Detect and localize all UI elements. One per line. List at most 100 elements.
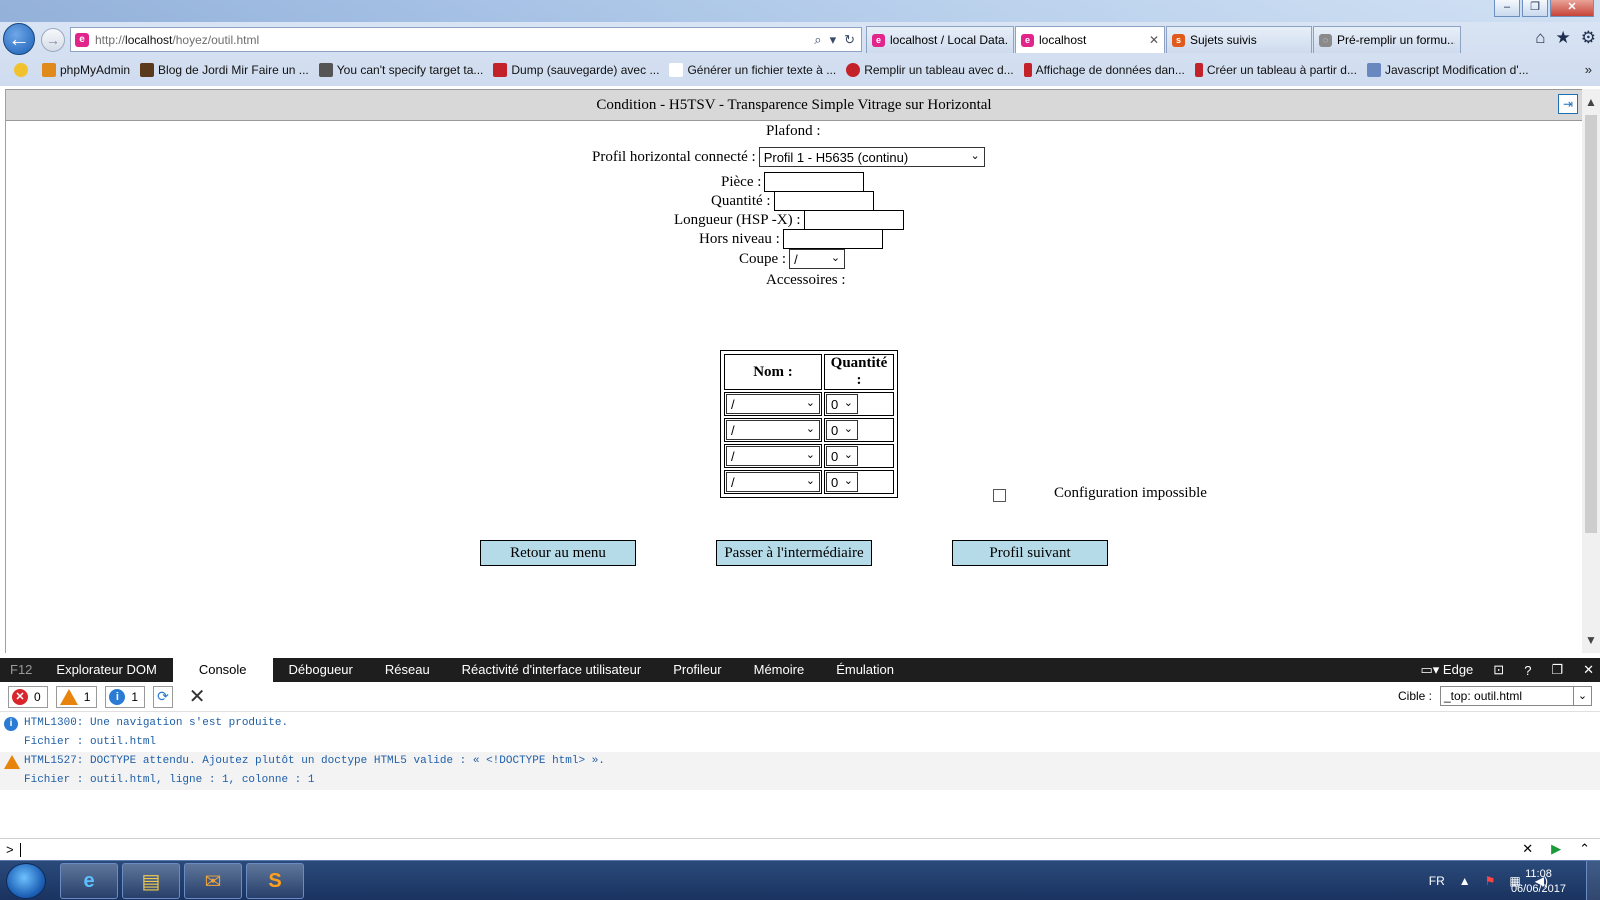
scroll-up-icon[interactable]: ▲ <box>1584 95 1598 109</box>
language-indicator[interactable]: FR <box>1429 874 1445 888</box>
gear-icon[interactable]: ⚙ <box>1581 28 1596 48</box>
chevron-down-icon[interactable]: ▾ <box>830 32 837 48</box>
fav-item-dump[interactable]: Dump (sauvegarde) avec ... <box>493 63 659 77</box>
fav-item-remplir[interactable]: Remplir un tableau avec d... <box>846 63 1014 77</box>
target-select[interactable]: _top: outil.html ⌄ <box>1440 686 1592 706</box>
search-icon[interactable]: ⌕ <box>814 32 821 48</box>
favorites-add-icon[interactable] <box>14 63 32 77</box>
plafond-label: Plafond : <box>766 123 821 139</box>
fav-item-javascript[interactable]: Javascript Modification d'... <box>1366 63 1529 77</box>
fav-item-affichage[interactable]: Affichage de données dan... <box>1023 63 1185 77</box>
back-button[interactable]: ← <box>3 23 35 55</box>
accessory-qty-select[interactable]: 0 ⌄ <box>826 420 858 440</box>
clear-on-navigate-button[interactable]: ⟳ <box>153 685 173 708</box>
coupe-select[interactable]: / ⌄ <box>789 249 846 269</box>
accessory-qty-select[interactable]: 0 ⌄ <box>826 446 858 466</box>
mail-icon: ✉ <box>204 870 222 893</box>
chevron-down-icon: ⌄ <box>843 449 853 461</box>
accessory-name-select[interactable]: / ⌄ <box>726 420 820 440</box>
fav-item-blog-jordi[interactable]: Blog de Jordi Mir Faire un ... <box>140 63 309 77</box>
close-window-button[interactable]: ✕ <box>1550 0 1594 17</box>
configuration-impossible-checkbox[interactable] <box>993 489 1006 502</box>
profil-select[interactable]: Profil 1 - H5635 (continu) ⌄ <box>758 147 985 167</box>
windows-taskbar: e ▤ ✉ S FR ▲ ⚑ ▦ ◀) 11:08 06/06/2017 <box>0 860 1600 900</box>
question-icon <box>846 63 861 77</box>
tab-memory[interactable]: Mémoire <box>738 658 821 682</box>
tab-pre-remplir[interactable]: ◌ Pré-remplir un formu... <box>1313 26 1461 53</box>
scrollbar-thumb[interactable] <box>1585 115 1597 533</box>
retour-menu-button[interactable]: Retour au menu <box>480 540 636 566</box>
quantite-input[interactable] <box>773 191 874 211</box>
home-icon[interactable]: ⌂ <box>1535 28 1545 48</box>
tab-profiler[interactable]: Profileur <box>657 658 737 682</box>
action-center-icon[interactable]: ⚑ <box>1485 874 1496 888</box>
message-source-link[interactable]: Fichier : outil.html <box>24 736 156 748</box>
tab-dom-explorer[interactable]: Explorateur DOM <box>40 658 172 682</box>
console-toggle-icon[interactable]: ⊡ <box>1493 662 1504 678</box>
accessory-name-select[interactable]: / ⌄ <box>726 472 820 492</box>
taskbar-explorer[interactable]: ▤ <box>122 863 180 899</box>
tab-sujets-suivis[interactable]: s Sujets suivis <box>1166 26 1312 53</box>
close-devtools-icon[interactable]: ✕ <box>1583 662 1594 678</box>
favorites-star-icon[interactable]: ★ <box>1556 28 1571 48</box>
scroll-down-icon[interactable]: ▼ <box>1584 633 1598 647</box>
taskbar-outlook[interactable]: ✉ <box>184 863 242 899</box>
undock-icon[interactable]: ❐ <box>1551 662 1563 678</box>
console-caret[interactable] <box>19 842 21 857</box>
help-icon[interactable]: ? <box>1524 663 1531 678</box>
show-desktop-button[interactable] <box>1586 861 1600 900</box>
logout-icon[interactable]: ⇥ <box>1558 94 1578 114</box>
chevron-right-icon[interactable]: » <box>1585 62 1592 77</box>
close-tab-icon[interactable]: ✕ <box>1149 33 1159 47</box>
console-input-line[interactable]: > ✕ ▶ ⌃ <box>0 838 1600 860</box>
longueur-input[interactable] <box>803 210 904 230</box>
accessories-table: Nom : Quantité : / ⌄ 0 ⌄ / ⌄ 0 ⌄ / ⌄ 0 ⌄ / ⌄ <box>720 350 898 498</box>
tab-debugger[interactable]: Débogueur <box>273 658 369 682</box>
tab-localhost[interactable]: e localhost ✕ <box>1015 26 1165 53</box>
url-text[interactable]: http://localhost/hoyez/outil.html <box>95 33 814 47</box>
tab-console[interactable]: Console <box>172 658 273 682</box>
infos-filter-button[interactable]: i 1 <box>105 685 146 708</box>
errors-filter-button[interactable]: ✕ 0 <box>8 685 48 708</box>
document-mode-selector[interactable]: ▭▾ Edge <box>1420 662 1473 678</box>
devtools-tabbar: F12 Explorateur DOM Console Débogueur Ré… <box>0 658 1600 682</box>
fav-item-generer[interactable]: Générer un fichier texte à ... <box>669 63 836 77</box>
tab-favicon: e <box>872 33 885 47</box>
address-bar[interactable]: e http://localhost/hoyez/outil.html ⌕ ▾ … <box>70 27 862 52</box>
chevron-down-icon: ⌄ <box>843 475 853 487</box>
taskbar-sublime[interactable]: S <box>246 863 304 899</box>
minimize-button[interactable]: – <box>1494 0 1520 17</box>
page-scrollbar[interactable]: ▲ ▼ <box>1582 89 1600 653</box>
tray-expand-icon[interactable]: ▲ <box>1459 874 1471 888</box>
passer-intermediaire-button[interactable]: Passer à l'intermédiaire <box>716 540 872 566</box>
fav-item-phpmyadmin[interactable]: phpMyAdmin <box>42 63 130 77</box>
taskbar-ie[interactable]: e <box>60 863 118 899</box>
accessory-qty-select[interactable]: 0 ⌄ <box>826 472 858 492</box>
piece-input[interactable] <box>764 172 865 192</box>
hors-niveau-input[interactable] <box>782 229 883 249</box>
coupe-label: Coupe : <box>739 250 787 267</box>
warnings-filter-button[interactable]: 1 <box>55 685 98 708</box>
message-source-link[interactable]: Fichier : outil.html, ligne : 1, colonne… <box>24 774 314 786</box>
prompt-chevron-icon: > <box>6 842 14 857</box>
run-icon[interactable]: ▶ <box>1551 841 1561 857</box>
forward-button[interactable]: → <box>41 28 65 52</box>
tab-localhost-local-data[interactable]: e localhost / Local Data... <box>866 26 1014 53</box>
profil-suivant-button[interactable]: Profil suivant <box>952 540 1108 566</box>
clear-console-icon[interactable]: ✕ <box>189 684 206 709</box>
accessory-qty-select[interactable]: 0 ⌄ <box>826 394 858 414</box>
tab-ui-responsiveness[interactable]: Réactivité d'interface utilisateur <box>446 658 658 682</box>
start-button[interactable] <box>6 863 46 899</box>
refresh-icon[interactable]: ↻ <box>844 32 855 48</box>
accessory-name-select[interactable]: / ⌄ <box>726 446 820 466</box>
clear-input-icon[interactable]: ✕ <box>1522 841 1533 857</box>
expand-input-icon[interactable]: ⌃ <box>1579 841 1590 857</box>
quantite-column-header: Quantité : <box>824 354 894 390</box>
maximize-button[interactable]: ❐ <box>1522 0 1548 17</box>
fav-item-creer[interactable]: Créer un tableau à partir d... <box>1194 63 1357 77</box>
fav-item-target[interactable]: You can't specify target ta... <box>318 63 483 77</box>
tab-emulation[interactable]: Émulation <box>820 658 910 682</box>
accessory-name-select[interactable]: / ⌄ <box>726 394 820 414</box>
taskbar-clock[interactable]: 11:08 06/06/2017 <box>1511 867 1566 897</box>
tab-network[interactable]: Réseau <box>369 658 446 682</box>
